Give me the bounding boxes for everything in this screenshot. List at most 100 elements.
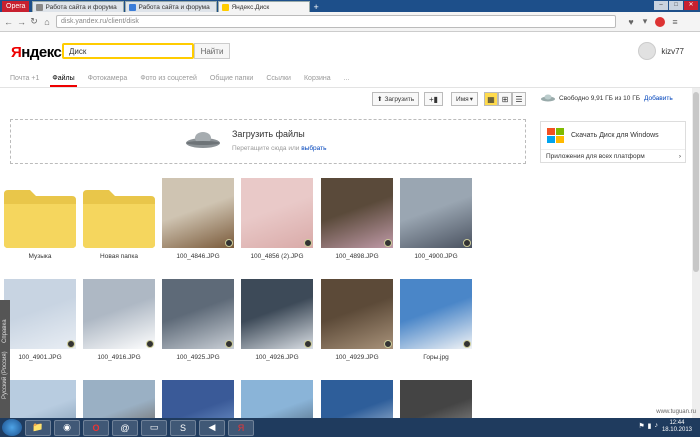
folder-item[interactable]: Музыка <box>4 178 76 260</box>
taskbar-app-chrome[interactable]: ◉ <box>54 419 80 436</box>
taskbar-app-skype[interactable]: S <box>170 419 196 436</box>
add-space-link[interactable]: Добавить <box>644 95 673 102</box>
menu-icon[interactable]: ≡ <box>671 17 679 27</box>
yandex-logo[interactable]: Яндекс <box>11 44 62 61</box>
tab-more[interactable]: ... <box>344 75 350 82</box>
opera-menu-label: Opera <box>6 3 26 10</box>
photo-item[interactable]: Горы.jpg <box>400 279 472 361</box>
search-input[interactable]: Диск <box>62 43 194 59</box>
system-clock[interactable]: 12:44 18.10.2013 <box>662 420 692 434</box>
upload-dropzone[interactable]: Загрузить файлы Перетащите сюда или выбр… <box>10 119 526 164</box>
list-icon: ☰ <box>515 94 523 104</box>
find-button[interactable]: Найти <box>194 43 230 59</box>
user-menu[interactable]: kizv77 <box>638 42 684 60</box>
photo-item[interactable]: 100_4925.JPG <box>162 279 234 361</box>
share-badge-icon <box>304 239 312 247</box>
new-tab-button[interactable]: + <box>313 2 318 12</box>
upload-button[interactable]: ⬆ Загрузить <box>372 92 420 106</box>
view-large-icons-button[interactable]: ▦ <box>484 92 498 106</box>
url-input[interactable]: disk.yandex.ru/client/disk <box>56 15 616 28</box>
close-icon[interactable]: ✕ <box>684 1 698 10</box>
share-badge-icon <box>463 340 471 348</box>
taskbar-app-window[interactable]: ▭ <box>141 419 167 436</box>
home-icon[interactable]: ⌂ <box>43 17 51 27</box>
opera-menu-button[interactable]: Opera <box>2 1 30 12</box>
tab-title: Работа сайта и форума <box>138 3 210 11</box>
folder-icon <box>83 178 155 248</box>
tab-links[interactable]: Ссылки <box>266 75 291 82</box>
taskbar-app-yandex[interactable]: Я <box>228 419 254 436</box>
tab-files[interactable]: Файлы <box>50 75 77 87</box>
tab-trash[interactable]: Корзина <box>304 75 331 82</box>
view-small-icons-button[interactable]: ⊞ <box>498 92 512 106</box>
share-badge-icon <box>225 340 233 348</box>
username[interactable]: kizv77 <box>661 47 684 56</box>
tab-camera[interactable]: Фотокамера <box>88 75 128 82</box>
share-badge-icon <box>67 340 75 348</box>
clock-time: 12:44 <box>669 420 685 426</box>
photo-item[interactable]: 100_4900.JPG <box>400 178 472 260</box>
taskbar-app-opera[interactable]: O <box>83 419 109 436</box>
photo-thumbnail <box>400 178 472 248</box>
view-list-button[interactable]: ☰ <box>512 92 526 106</box>
yandex-header: Яндекс Диск Найти kizv77 <box>0 32 700 70</box>
browser-tab-3[interactable]: Яндекс.Диск <box>218 1 311 12</box>
photo-item[interactable]: 100_4856 (2).JPG <box>241 178 313 260</box>
saucer-icon <box>541 94 555 102</box>
photo-item[interactable]: 100_4901.JPG <box>4 279 76 361</box>
tab-shared-folders[interactable]: Общие папки <box>210 75 253 82</box>
chevron-right-icon: › <box>678 153 681 160</box>
chevron-down-icon: ▾ <box>469 96 473 103</box>
all-platforms-label: Приложения для всех платформ <box>546 153 645 160</box>
scrollbar-thumb[interactable] <box>693 92 699 272</box>
tray-network-icon[interactable]: ▮ <box>648 422 652 430</box>
tab-favicon <box>36 3 44 11</box>
photo-item[interactable]: 100_4929.JPG <box>321 279 393 361</box>
photo-thumbnail <box>241 279 313 349</box>
language-label[interactable]: Русский (Россия) <box>2 351 8 399</box>
watermark: www.tuguan.ru <box>656 409 696 415</box>
avatar[interactable] <box>638 42 657 60</box>
sort-select[interactable]: Имя ▾ <box>451 92 478 106</box>
page-scrollbar[interactable] <box>692 88 700 418</box>
file-name: 100_4898.JPG <box>335 253 379 260</box>
help-label[interactable]: Справка <box>2 319 8 343</box>
sidebar-strip: Русский (Россия) Справка <box>0 300 10 418</box>
maximize-icon[interactable]: □ <box>669 1 683 10</box>
browser-tab-1[interactable]: Работа сайта и форума <box>32 1 125 12</box>
tray-flag-icon[interactable]: ⚑ <box>638 422 644 430</box>
all-platforms-link[interactable]: Приложения для всех платформ › <box>541 150 685 163</box>
photo-item[interactable]: 100_4846.JPG <box>162 178 234 260</box>
dropdown-icon[interactable]: ▾ <box>641 16 649 27</box>
add-folder-button[interactable]: +▮ <box>424 92 443 106</box>
taskbar-app-mail[interactable]: @ <box>112 419 138 436</box>
photo-thumbnail <box>321 279 393 349</box>
extension-icon[interactable] <box>655 16 665 27</box>
download-windows-label: Скачать Диск для Windows <box>571 132 659 139</box>
reload-icon[interactable]: ↻ <box>30 16 38 27</box>
tab-mail[interactable]: Почта +1 <box>10 75 39 82</box>
storage-info: Свободно 9,91 ГБ из 10 ГБ Добавить <box>541 94 673 102</box>
download-windows-link[interactable]: Скачать Диск для Windows <box>541 122 685 150</box>
forward-icon[interactable]: → <box>17 17 26 27</box>
file-name: 100_4846.JPG <box>176 253 220 260</box>
photo-item[interactable]: 100_4898.JPG <box>321 178 393 260</box>
file-name: 100_4916.JPG <box>97 354 141 361</box>
upload-label: Загрузить <box>384 95 415 103</box>
taskbar-app-explorer[interactable]: 📁 <box>25 419 51 436</box>
folder-item[interactable]: Новая папка <box>83 178 155 260</box>
taskbar-app-player[interactable]: ◀ <box>199 419 225 436</box>
browser-tab-2[interactable]: Работа сайта и форума <box>125 1 218 12</box>
heart-icon[interactable]: ♥ <box>627 17 635 27</box>
share-badge-icon <box>225 239 233 247</box>
start-button[interactable] <box>2 419 22 436</box>
minimize-icon[interactable]: – <box>654 1 668 10</box>
photo-item[interactable]: 100_4926.JPG <box>241 279 313 361</box>
tab-social-photos[interactable]: Фото из соцсетей <box>140 75 197 82</box>
tray-volume-icon[interactable]: ♪ <box>655 422 659 430</box>
windows-logo-icon <box>547 127 564 143</box>
select-files-link[interactable]: выбрать <box>301 145 326 152</box>
photo-item[interactable]: 100_4916.JPG <box>83 279 155 361</box>
address-bar: ← → ↻ ⌂ disk.yandex.ru/client/disk ♥ ▾ ≡ <box>0 12 700 32</box>
back-icon[interactable]: ← <box>4 17 13 27</box>
